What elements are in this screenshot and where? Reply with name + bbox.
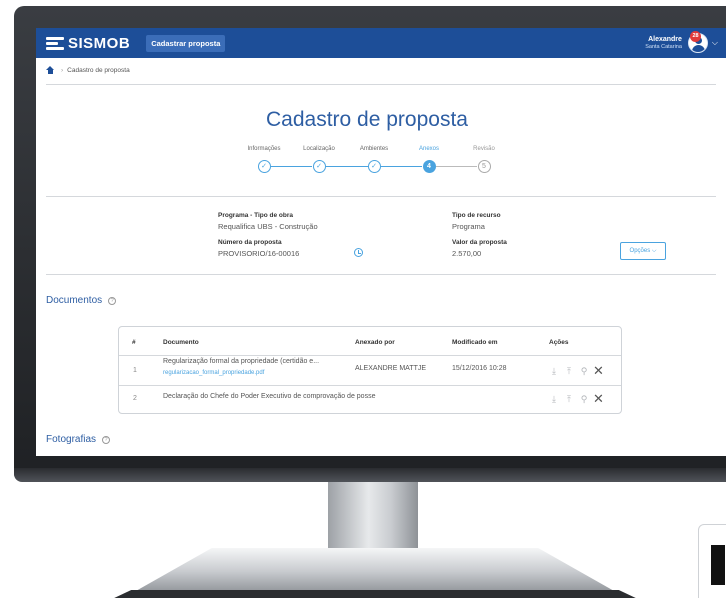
search-icon[interactable]: ⚲ [579,394,589,404]
user-info: Alexandre Santa Catarina [645,36,682,51]
step-number-future[interactable]: 5 [477,160,491,173]
clock-icon[interactable] [354,248,363,257]
row-number: 2 [133,395,137,402]
column-header-documento: Documento [163,339,199,346]
step-connector [271,166,312,167]
breadcrumb: › Cadastro de proposta [46,66,130,74]
divider [46,274,716,275]
upload-icon[interactable]: ⤒ [564,366,574,376]
download-icon[interactable]: ⤓ [549,394,559,404]
valor-value: 2.570,00 [452,249,482,258]
documents-heading: Documentos ? [46,295,117,306]
breadcrumb-current: Cadastro de proposta [67,66,130,74]
numero-value: PROVISORIO/16-00016 [218,249,300,258]
column-header-modificado-em: Modificado em [452,339,498,346]
tipo-recurso-label: Tipo de recurso [452,212,501,219]
programa-value: Requalifica UBS - Construção [218,222,318,231]
step-connector [326,166,368,167]
page-title: Cadastro de proposta [266,108,468,131]
sismob-logo[interactable]: SISMOB [46,35,130,52]
home-icon[interactable] [46,66,55,74]
attached-by: ALEXANDRE MATTJE [355,365,427,372]
document-name: Declaração do Chefe do Poder Executivo d… [163,393,376,400]
step-check-icon[interactable]: ✓ [312,160,326,173]
help-icon[interactable]: ? [108,296,117,305]
help-icon[interactable]: ? [102,435,111,444]
user-name: Alexandre [648,35,682,43]
photos-heading: Fotografias ? [46,434,111,445]
partial-glyph [711,545,725,585]
row-divider [119,355,621,356]
download-icon[interactable]: ⤓ [549,366,559,376]
cadastrar-proposta-button[interactable]: Cadastrar proposta [146,34,226,52]
user-menu[interactable]: Alexandre Santa Catarina ⌵ [645,33,718,53]
row-divider [119,385,621,386]
step-check-icon[interactable]: ✓ [257,160,271,173]
step-check-icon[interactable]: ✓ [367,160,381,173]
stand-shadow [110,590,640,598]
avatar-body [691,45,705,52]
document-name: Regularização formal da propriedade (cer… [163,358,320,365]
chevron-down-icon[interactable]: ⌵ [712,38,718,48]
documents-table: # Documento Anexado por Modificado em Aç… [118,326,622,414]
column-header-acoes: Ações [549,339,569,346]
top-bar: SISMOB Cadastrar proposta Alexandre Sant… [36,28,726,58]
step-number-active[interactable]: 4 [422,160,436,173]
tipo-recurso-value: Programa [452,222,485,231]
documents-title: Documentos [46,295,103,306]
divider [46,84,716,85]
modified-date: 15/12/2016 10:28 [452,365,507,372]
logo-text: SISMOB [68,34,131,52]
programa-label: Programa - Tipo de obra [218,212,294,219]
column-header-number: # [132,339,136,346]
options-button[interactable]: Opções ⌵ [620,242,666,260]
upload-icon[interactable]: ⤒ [564,394,574,404]
stepper: Informações Localização Ambientes Anexos… [36,146,698,186]
column-header-anexado-por: Anexado por [355,339,395,346]
step-label-revisao[interactable]: Revisão [449,146,519,152]
numero-label: Número da proposta [218,239,282,246]
monitor-chin [14,468,726,482]
close-icon[interactable]: ✕ [593,392,604,405]
divider [46,196,716,197]
document-file-link[interactable]: regularizacao_formal_propriedade.pdf [163,370,264,376]
user-state: Santa Catarina [645,43,682,50]
row-number: 1 [133,367,137,374]
photos-title: Fotografias [46,434,97,445]
step-connector [436,166,477,167]
monitor-neck [328,482,418,552]
notification-badge[interactable]: 28 [690,31,701,42]
step-connector [381,166,422,167]
close-icon[interactable]: ✕ [593,364,604,377]
partial-panel [698,524,726,598]
search-icon[interactable]: ⚲ [579,366,589,376]
logo-icon [46,36,64,50]
breadcrumb-separator: › [61,66,64,74]
valor-label: Valor da proposta [452,239,507,246]
app-screen: SISMOB Cadastrar proposta Alexandre Sant… [36,28,726,456]
